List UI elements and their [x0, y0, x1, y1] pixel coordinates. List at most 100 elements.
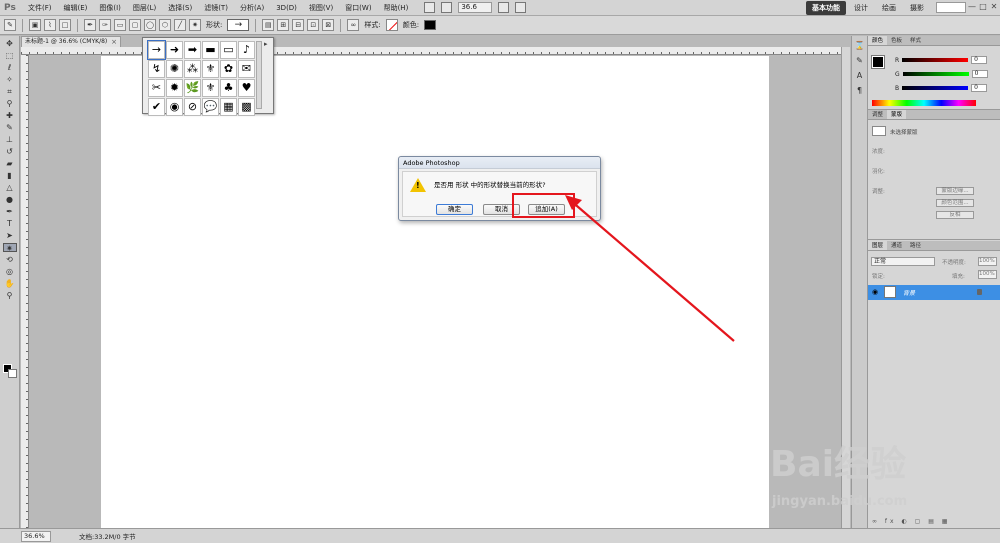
magic-wand-icon[interactable]: ✧ — [3, 75, 17, 84]
character-panel-icon[interactable]: A — [854, 70, 865, 81]
screen-mode-icon[interactable] — [515, 2, 527, 13]
shape-dots-pattern[interactable]: ▩ — [238, 98, 255, 116]
history-panel-icon[interactable]: ⌛ — [854, 40, 865, 51]
shape-lightbulb[interactable]: ⚜ — [202, 60, 219, 78]
green-value-field[interactable]: 0 — [971, 70, 988, 78]
eye-icon[interactable]: ◉ — [872, 289, 878, 296]
menu-view[interactable]: 视图(V) — [303, 0, 339, 16]
hand-tool-icon[interactable]: ✋ — [3, 279, 17, 288]
workspace-design[interactable]: 设计 — [848, 1, 874, 15]
3d-rotate-icon[interactable]: ⟲ — [3, 255, 17, 264]
shape-target[interactable]: ◉ — [166, 98, 183, 116]
fill-pixels-icon[interactable]: □ — [59, 19, 71, 31]
pen-tool-icon[interactable]: ✒ — [84, 19, 96, 31]
menu-filter[interactable]: 滤镜(T) — [198, 0, 234, 16]
rounded-rect-tool-icon[interactable]: ▢ — [129, 19, 141, 31]
tab-swatches[interactable]: 色板 — [887, 36, 906, 45]
shape-lightning[interactable]: ↯ — [148, 60, 165, 78]
workspace-essentials[interactable]: 基本功能 — [806, 1, 846, 15]
menu-analysis[interactable]: 分析(A) — [234, 0, 270, 16]
history-brush-icon[interactable]: ↺ — [3, 147, 17, 156]
shape-note[interactable]: ♪ — [238, 41, 255, 59]
line-tool-icon[interactable]: ╱ — [174, 19, 186, 31]
menu-image[interactable]: 图像(I) — [93, 0, 127, 16]
layer-row-background[interactable]: ◉ 背景 — [868, 285, 1000, 300]
rectangle-tool-icon[interactable]: ▭ — [114, 19, 126, 31]
status-zoom-field[interactable]: 36.6% — [21, 530, 51, 542]
brush-panel-icon[interactable]: ✎ — [854, 55, 865, 66]
color-spectrum-bar[interactable] — [872, 100, 976, 106]
workspace-painting[interactable]: 绘画 — [876, 1, 902, 15]
menu-file[interactable]: 文件(F) — [22, 0, 58, 16]
opacity-field[interactable]: 100% — [978, 257, 997, 266]
shape-banner[interactable]: ▬ — [202, 41, 219, 59]
minimize-icon[interactable]: — — [968, 2, 976, 12]
menu-window[interactable]: 窗口(W) — [339, 0, 377, 16]
gradient-tool-icon[interactable]: ▮ — [3, 171, 17, 180]
shape-picker-menu-icon[interactable]: ▸ — [264, 40, 268, 48]
bridge-icon[interactable] — [424, 2, 436, 13]
crop-tool-icon[interactable]: ⌗ — [3, 87, 17, 96]
menu-edit[interactable]: 编辑(E) — [58, 0, 94, 16]
custom-shape-tool-icon[interactable]: ✷ — [2, 243, 17, 253]
tab-adjustments[interactable]: 调整 — [868, 110, 887, 119]
move-tool-icon[interactable]: ✥ — [3, 39, 17, 48]
zoom-level-select[interactable]: 36.6 — [458, 2, 493, 13]
fill-field[interactable]: 100% — [978, 270, 997, 279]
healing-brush-icon[interactable]: ✚ — [3, 111, 17, 120]
shape-arrow-thin[interactable]: → — [147, 40, 166, 60]
marquee-tool-icon[interactable]: ⬚ — [3, 51, 17, 60]
shape-grid-pattern[interactable]: ▦ — [220, 98, 237, 116]
new-layer-mode-icon[interactable]: ▤ — [262, 19, 275, 31]
color-swatch[interactable] — [424, 20, 437, 30]
shape-envelope[interactable]: ✉ — [238, 60, 255, 78]
tab-masks[interactable]: 蒙版 — [887, 110, 907, 119]
shape-frame[interactable]: ▭ — [220, 41, 237, 59]
intersect-mode-icon[interactable]: ⊡ — [307, 19, 320, 31]
color-range-button[interactable]: 颜色范围... — [936, 199, 974, 207]
shape-checkmark[interactable]: ✔ — [148, 98, 165, 116]
tab-paths[interactable]: 路径 — [906, 241, 925, 250]
tab-layers[interactable]: 图层 — [868, 241, 888, 250]
shape-picker-scrollbar[interactable] — [256, 41, 262, 109]
shape-scissors[interactable]: ✂ — [148, 79, 165, 97]
shape-footprint[interactable]: ✿ — [220, 60, 237, 78]
shape-grass[interactable]: ⁂ — [184, 60, 201, 78]
paragraph-panel-icon[interactable]: ¶ — [854, 85, 865, 96]
3d-orbit-icon[interactable]: ◎ — [3, 267, 17, 276]
paths-icon[interactable]: ⌇ — [44, 19, 56, 31]
dodge-tool-icon[interactable]: ● — [3, 195, 17, 204]
shape-layers-icon[interactable]: ▣ — [29, 19, 41, 31]
ok-button[interactable]: 确定 — [436, 204, 473, 215]
eraser-icon[interactable]: ▰ — [3, 159, 17, 168]
shape-clover[interactable]: ♣ — [220, 79, 237, 97]
tab-color[interactable]: 颜色 — [868, 36, 888, 45]
link-icon[interactable]: ∞ — [347, 19, 360, 31]
shape-burst[interactable]: ✺ — [166, 60, 183, 78]
freeform-pen-icon[interactable]: ✑ — [99, 19, 111, 31]
menu-help[interactable]: 帮助(H) — [378, 0, 415, 16]
type-tool-icon[interactable]: T — [3, 219, 17, 228]
exclude-mode-icon[interactable]: ⊠ — [322, 19, 335, 31]
red-slider[interactable] — [902, 58, 969, 62]
blend-mode-select[interactable]: 正常 — [871, 257, 935, 266]
search-field[interactable] — [936, 2, 966, 13]
pen-tool-icon[interactable]: ✒ — [3, 207, 17, 216]
polygon-tool-icon[interactable]: ⬡ — [159, 19, 171, 31]
clone-stamp-icon[interactable]: ⊥ — [3, 135, 17, 144]
mini-bridge-icon[interactable] — [441, 2, 453, 13]
close-tab-icon[interactable]: × — [111, 37, 117, 47]
shape-arrow-bold[interactable]: ➡ — [184, 41, 201, 59]
document-tab[interactable]: 未标题-1 @ 36.6% (CMYK/8) × — [21, 36, 121, 47]
add-mode-icon[interactable]: ⊞ — [277, 19, 290, 31]
blue-slider[interactable] — [902, 86, 969, 90]
workspace-photography[interactable]: 摄影 — [904, 1, 930, 15]
menu-3d[interactable]: 3D(D) — [270, 0, 303, 16]
brush-tool-icon[interactable]: ✎ — [3, 123, 17, 132]
menu-select[interactable]: 选择(S) — [162, 0, 198, 16]
layer-actions-bar[interactable]: ∞ fx ◐ ▢ ▤ ▦ — [872, 518, 950, 525]
blue-value-field[interactable]: 0 — [971, 84, 988, 92]
eyedropper-icon[interactable]: ⚲ — [3, 99, 17, 108]
shape-heart[interactable]: ♥ — [238, 79, 255, 97]
custom-shape-tool-icon[interactable]: ✷ — [189, 19, 201, 31]
